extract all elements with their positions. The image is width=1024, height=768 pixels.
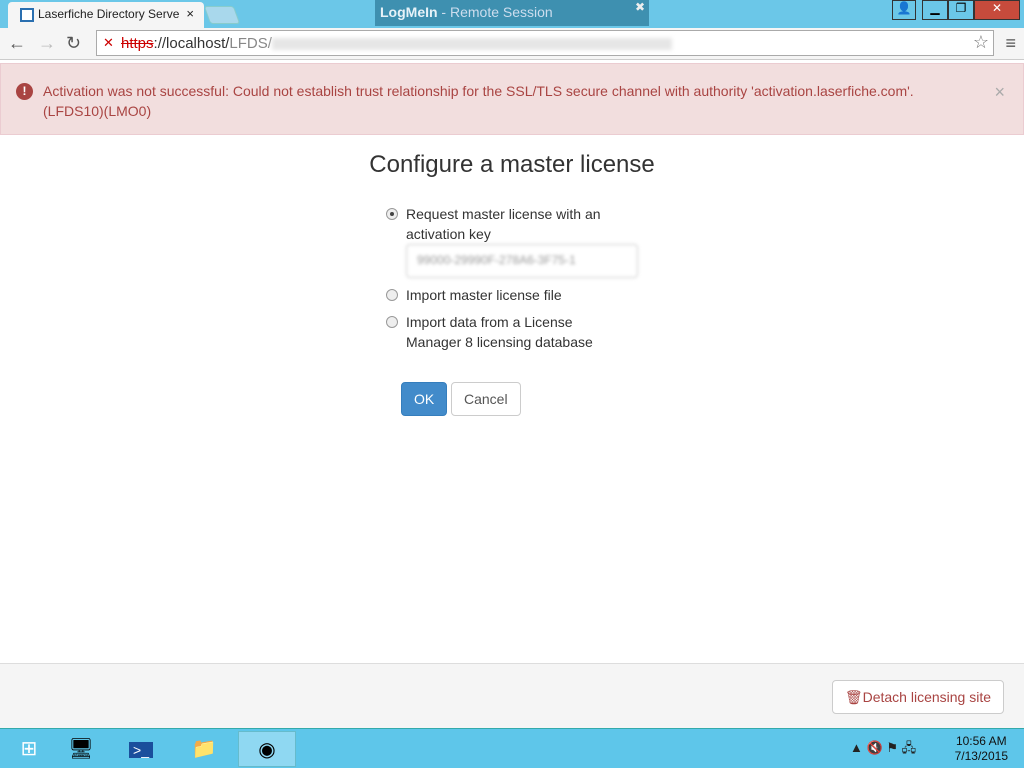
error-icon: ! [16, 83, 33, 100]
browser-toolbar: ← → ↻ ✕ https://localhost/LFDS/ ☆ ≡ [0, 28, 1024, 60]
footer: 🗑Detach licensing site [0, 663, 1024, 728]
ok-button[interactable]: OK [401, 382, 448, 416]
laserfiche-favicon [20, 8, 34, 22]
star-icon[interactable]: ☆ [973, 32, 989, 53]
logmein-sep: - [437, 4, 450, 20]
browser-titlebar: Laserfiche Directory Serve × LogMeIn - Re… [0, 0, 1024, 28]
blurred-url [271, 38, 672, 51]
detach-label: Detach licensing site [862, 689, 991, 705]
explorer-button[interactable]: 📁 [175, 731, 233, 767]
close-window-button[interactable]: ✕ [974, 0, 1020, 20]
time: 10:56 AM [955, 734, 1007, 748]
start-button[interactable]: ⊞ [0, 731, 58, 767]
reload-icon[interactable]: ↻ [66, 33, 81, 54]
close-tab-icon[interactable]: × [186, 6, 194, 21]
option-label: Import master license file [406, 287, 562, 303]
tab-title: Laserfiche Directory Serve [38, 7, 180, 21]
back-icon[interactable]: ← [8, 33, 26, 54]
restore-button[interactable]: ❐ [948, 0, 974, 20]
user-icon[interactable]: 👤 [892, 0, 916, 20]
detach-licensing-site-button[interactable]: 🗑Detach licensing site [831, 680, 1004, 714]
forward-icon[interactable]: → [38, 33, 56, 54]
minimize-button[interactable]: ▁ [922, 0, 948, 20]
logmein-bar: LogMeIn - Remote Session ✖ [375, 0, 649, 26]
folder-icon: 📁 [191, 738, 217, 760]
alert-message: Activation was not successful: Could not… [43, 83, 914, 119]
activation-key-input[interactable]: 99000-29990F-278A6-3F75-1 [406, 244, 638, 278]
show-hidden-icon[interactable]: ▲ [850, 740, 863, 755]
trash-icon: 🗑 [844, 689, 863, 705]
chrome-button[interactable]: ◉ [238, 731, 296, 767]
option-label: Import data from a License Manager 8 lic… [406, 314, 593, 350]
dismiss-alert-icon[interactable]: × [994, 82, 1005, 102]
logmein-label: Remote Session [450, 4, 553, 20]
network-icon[interactable]: 🖧 [902, 740, 917, 755]
volume-muted-icon[interactable]: 🔇 [867, 740, 883, 755]
menu-icon[interactable]: ≡ [1005, 33, 1016, 54]
powershell-button[interactable]: >_ [112, 731, 170, 767]
address-bar[interactable]: ✕ https://localhost/LFDS/ ☆ [96, 30, 994, 56]
date: 7/13/2015 [954, 749, 1008, 763]
server-manager-button[interactable]: 🖥 [52, 731, 110, 767]
radio-selected[interactable] [386, 208, 398, 220]
option-import-file[interactable]: Import master license file [386, 285, 616, 305]
system-tray: ▲ 🔇 ⚑ 🖧 [850, 739, 916, 761]
url-host: ://localhost/ [153, 35, 230, 52]
error-alert: ! Activation was not successful: Could n… [0, 63, 1024, 135]
option-activation-key[interactable]: Request master license with an activatio… [386, 204, 616, 244]
action-center-flag-icon[interactable]: ⚑ [886, 740, 898, 755]
logmein-brand: LogMeIn [380, 4, 438, 20]
windows-icon: ⊞ [20, 738, 38, 760]
option-import-lm8[interactable]: Import data from a License Manager 8 lic… [386, 312, 616, 352]
server-manager-icon: 🖥 [68, 738, 94, 760]
close-icon[interactable]: ✖ [635, 0, 645, 14]
radio[interactable] [386, 289, 398, 301]
radio[interactable] [386, 316, 398, 328]
new-tab-button[interactable] [203, 6, 241, 24]
page-title: Configure a master license [369, 151, 655, 178]
option-label: Request master license with an activatio… [406, 206, 601, 242]
url-path: LFDS/ [229, 35, 272, 52]
powershell-icon: >_ [129, 742, 153, 758]
insecure-lock-icon: ✕ [103, 35, 114, 50]
cancel-button[interactable]: Cancel [451, 382, 521, 416]
taskbar: ⊞ 🖥 >_ 📁 ◉ ▲ 🔇 ⚑ 🖧 10:56 AM 7/13/2015 [0, 728, 1024, 768]
clock[interactable]: 10:56 AM 7/13/2015 [955, 734, 1008, 764]
browser-tab[interactable]: Laserfiche Directory Serve × [8, 2, 204, 28]
url-scheme: https [121, 35, 154, 52]
chrome-icon: ◉ [258, 739, 276, 761]
